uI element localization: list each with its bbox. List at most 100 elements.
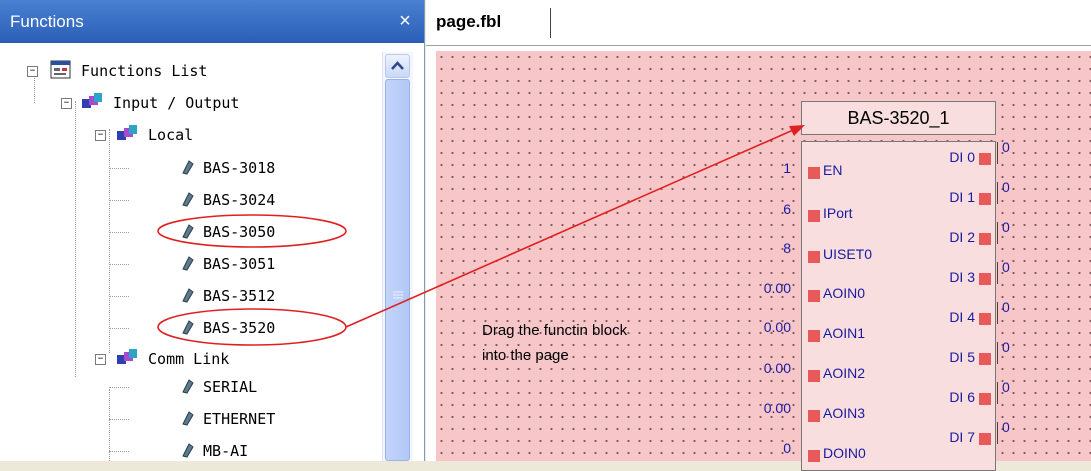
function-block-icon	[182, 192, 194, 207]
tree-item-mb-ai[interactable]: MB-AI	[180, 438, 248, 461]
tree-item-bas-3512[interactable]: BAS-3512	[180, 283, 275, 309]
collapse-toggle[interactable]: −	[27, 66, 38, 77]
input-pin-marker	[808, 167, 820, 179]
functions-tree: − Functions List − Input / Output − Loca…	[0, 49, 380, 461]
tree-item-ethernet[interactable]: ETHERNET	[180, 406, 275, 432]
output-value: 0	[1002, 419, 1010, 435]
output-value: 0	[1002, 219, 1010, 235]
tree-node-local[interactable]: Local	[117, 122, 193, 148]
output-pin-label: DI 6	[949, 389, 975, 405]
input-value[interactable]: 8	[741, 240, 791, 256]
design-canvas[interactable]: Drag the functin block into the page BAS…	[436, 51, 1091, 471]
output-pin-di6[interactable]: DI 6	[901, 389, 991, 407]
output-pin-marker	[979, 193, 991, 205]
tree-scrollbar[interactable]	[382, 52, 413, 461]
output-pin-di2[interactable]: DI 2	[901, 229, 991, 247]
output-pin-label: DI 2	[949, 229, 975, 245]
tree-node-label: Input / Output	[113, 94, 240, 112]
output-pin-marker	[979, 153, 991, 165]
output-pin-di3[interactable]: DI 3	[901, 269, 991, 287]
scroll-up-button[interactable]	[385, 54, 410, 78]
function-block-icon	[182, 379, 194, 394]
output-pin-marker	[979, 273, 991, 285]
input-pin-label: AOIN3	[823, 405, 866, 421]
tree-item-bas-3018[interactable]: BAS-3018	[180, 155, 275, 181]
panel-title-bar: Functions	[0, 0, 424, 43]
tree-node-label: ETHERNET	[203, 410, 276, 428]
output-pin-di0[interactable]: DI 0	[901, 149, 991, 167]
tree-node-label: Functions List	[81, 62, 208, 80]
output-pin-marker	[979, 393, 991, 405]
output-pin-marker	[979, 353, 991, 365]
input-value[interactable]: 0.00	[741, 319, 791, 335]
tree-node-functions-list[interactable]: Functions List	[50, 58, 207, 84]
tree-node-label: Comm Link	[148, 350, 230, 368]
tree-node-label: BAS-3050	[203, 223, 276, 241]
output-pin-di7[interactable]: DI 7	[901, 429, 991, 447]
input-value[interactable]: 0.00	[741, 360, 791, 376]
input-pin-marker	[808, 290, 820, 302]
collapse-toggle[interactable]: −	[95, 354, 106, 365]
function-block-icon	[182, 288, 194, 303]
scroll-thumb[interactable]	[385, 79, 410, 461]
function-block[interactable]: EN IPort UISET0 AOIN0 AOIN1 AOIN2 AOIN3 …	[801, 141, 996, 471]
tree-item-bas-3024[interactable]: BAS-3024	[180, 187, 275, 213]
tree-item-serial[interactable]: SERIAL	[180, 374, 257, 400]
tab-bar: page.fbl	[426, 0, 1091, 46]
tree-item-bas-3051[interactable]: BAS-3051	[180, 251, 275, 277]
tree-node-input-output[interactable]: Input / Output	[82, 90, 239, 116]
module-group-icon	[117, 349, 139, 367]
tree-node-label: BAS-3024	[203, 191, 276, 209]
output-wire	[997, 422, 998, 444]
input-pin-marker	[808, 210, 820, 222]
output-value: 0	[1002, 179, 1010, 195]
tree-item-bas-3520[interactable]: BAS-3520	[180, 315, 275, 341]
output-pin-di1[interactable]: DI 1	[901, 189, 991, 207]
function-block-title[interactable]: BAS-3520_1	[801, 101, 996, 135]
tree-node-label: SERIAL	[203, 378, 258, 396]
tree-node-label: MB-AI	[203, 442, 249, 460]
tree-node-comm-link[interactable]: Comm Link	[117, 346, 229, 372]
input-value[interactable]: 0.00	[741, 280, 791, 296]
output-pin-label: DI 7	[949, 429, 975, 445]
output-wire	[997, 182, 998, 204]
output-pin-label: DI 1	[949, 189, 975, 205]
output-value: 0	[1002, 379, 1010, 395]
output-pin-label: DI 3	[949, 269, 975, 285]
function-block-icon	[182, 256, 194, 271]
output-wire	[997, 262, 998, 284]
close-icon[interactable]: ×	[394, 0, 416, 43]
collapse-toggle[interactable]: −	[61, 98, 72, 109]
drag-instruction-note: Drag the functin block into the page	[482, 318, 627, 368]
input-pin-marker	[808, 251, 820, 263]
function-block-icon	[182, 411, 194, 426]
input-value[interactable]: 1	[741, 160, 791, 176]
note-line: into the page	[482, 347, 569, 364]
grip-icon	[393, 291, 403, 299]
input-pin-label: UISET0	[823, 246, 873, 262]
output-pin-label: DI 4	[949, 309, 975, 325]
function-block-icon	[182, 320, 194, 335]
input-pin-label: DOIN0	[823, 445, 866, 461]
chevron-up-icon	[391, 61, 404, 70]
tree-item-bas-3050[interactable]: BAS-3050	[180, 219, 275, 245]
input-pin-marker	[808, 410, 820, 422]
tab-page-fbl[interactable]: page.fbl	[436, 12, 501, 32]
output-pin-di4[interactable]: DI 4	[901, 309, 991, 327]
input-value[interactable]: 0.00	[741, 400, 791, 416]
output-pin-marker	[979, 313, 991, 325]
functions-panel: Functions × − Functions List − Input / O…	[0, 0, 425, 461]
input-value[interactable]: 0	[741, 440, 791, 456]
output-wire	[997, 382, 998, 404]
input-pin-label: AOIN2	[823, 365, 866, 381]
tree-node-label: BAS-3051	[203, 255, 276, 273]
input-value[interactable]: 6	[741, 201, 791, 217]
output-pin-di5[interactable]: DI 5	[901, 349, 991, 367]
panel-title: Functions	[10, 12, 84, 31]
collapse-toggle[interactable]: −	[95, 130, 106, 141]
input-pin-marker	[808, 370, 820, 382]
list-window-icon	[50, 60, 72, 80]
output-pin-marker	[979, 233, 991, 245]
output-wire	[997, 142, 998, 164]
function-block-icon	[182, 160, 194, 175]
